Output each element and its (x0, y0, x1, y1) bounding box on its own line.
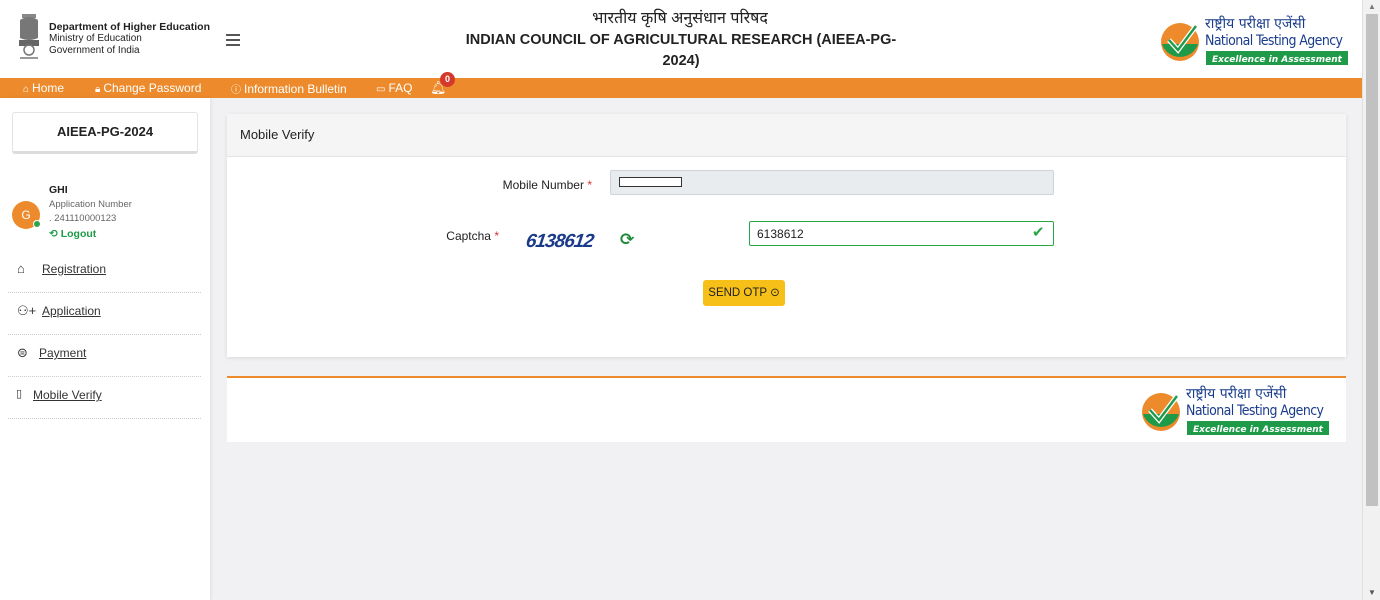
avatar: G (12, 201, 41, 229)
mobile-icon: ▯ (16, 388, 23, 400)
page-title-hindi: भारतीय कृषि अनुसंधान परिषद (592, 10, 768, 27)
nav-change-password[interactable]: 🔒︎ Change Password (95, 81, 201, 95)
chat-icon: ▭ (376, 84, 386, 95)
card-title: Mobile Verify (240, 127, 315, 142)
refresh-icon[interactable]: ⟳ (620, 230, 634, 250)
ministry-name: Ministry of Education (49, 33, 142, 44)
dept-name: Department of Higher Education (49, 21, 211, 33)
sidebar-item-registration[interactable]: ⌂ Registration (8, 251, 201, 293)
nav-home[interactable]: ⌂ Home (23, 81, 64, 95)
scroll-up-arrow-icon[interactable]: ▲ (1368, 2, 1376, 11)
logout-link[interactable]: ⟲ Logout (49, 228, 96, 240)
application-number: . 241110000123 (49, 213, 117, 224)
send-otp-button[interactable]: SEND OTP ⊙ (703, 280, 785, 306)
captcha-image: 6138612 (518, 221, 612, 261)
mobile-number-field (610, 170, 1054, 195)
national-emblem-icon (19, 14, 39, 59)
department-info: Department of Higher Education Ministry … (49, 21, 210, 57)
sidebar-item-mobile-verify[interactable]: ▯ Mobile Verify (8, 377, 201, 419)
nta-footer-logo: राष्ट्रीय परीक्षा एजेंसी National Testin… (1142, 385, 1329, 435)
lock-icon: 🔒︎ (95, 84, 101, 95)
logout-icon: ⟲ (49, 228, 58, 240)
site-header: Department of Higher Education Ministry … (0, 0, 1362, 78)
required-marker: * (494, 229, 499, 243)
nav-faq[interactable]: ▭ FAQ (376, 81, 412, 95)
masked-mobile-value (619, 177, 682, 187)
online-status-dot (33, 220, 41, 228)
check-icon: ✔ (1032, 224, 1045, 241)
info-icon: ⓘ (231, 85, 241, 96)
captcha-label: Captcha * (446, 229, 499, 243)
application-number-label: Application Number (49, 199, 132, 210)
mobile-number-label: Mobile Number * (502, 178, 592, 192)
user-plus-icon: ⚇+ (17, 303, 37, 318)
page-title: INDIAN COUNCIL OF AGRICULTURAL RESEARCH … (465, 32, 897, 69)
exam-name-card: AIEEA-PG-2024 (12, 112, 198, 154)
main-nav: ⌂ Home 🔒︎ Change Password ⓘ Information Bul… (0, 72, 1362, 98)
svg-text:Excellence in Assessment: Excellence in Assessment (1193, 425, 1324, 435)
page-footer: राष्ट्रीय परीक्षा एजेंसी National Testin… (227, 376, 1346, 442)
sidebar-item-payment[interactable]: ⊜ Payment (8, 335, 201, 377)
scrollbar-thumb[interactable] (1366, 14, 1378, 506)
svg-text:National Testing Agency: National Testing Agency (1186, 403, 1325, 419)
scroll-down-arrow-icon[interactable]: ▼ (1368, 588, 1376, 597)
hamburger-menu-icon[interactable] (226, 34, 240, 46)
svg-text:राष्ट्रीय परीक्षा एजेंसी: राष्ट्रीय परीक्षा एजेंसी (1205, 15, 1306, 32)
home-icon: ⌂ (23, 84, 30, 95)
svg-text:Excellence in Assessment: Excellence in Assessment (1212, 55, 1343, 65)
nav-information-bulletin[interactable]: ⓘ Information Bulletin (231, 81, 347, 96)
arrow-circle-icon: ⊙ (770, 287, 780, 299)
svg-text:National Testing Agency: National Testing Agency (1205, 33, 1344, 49)
card-header: Mobile Verify (227, 114, 1346, 157)
svg-text:राष्ट्रीय परीक्षा एजेंसी: राष्ट्रीय परीक्षा एजेंसी (1186, 385, 1287, 402)
payment-icon: ⊜ (17, 345, 28, 360)
sidebar: AIEEA-PG-2024 GHI G Application Number .… (0, 98, 210, 600)
mobile-verify-card: Mobile Verify Mobile Number * Captcha * … (227, 114, 1346, 357)
captcha-input[interactable] (749, 221, 1054, 246)
home-icon: ⌂ (17, 261, 25, 276)
required-marker: * (587, 178, 592, 192)
sidebar-item-application[interactable]: ⚇+ Application (8, 293, 201, 335)
vertical-scrollbar[interactable]: ▲ ▼ (1362, 0, 1380, 600)
government-name: Government of India (49, 45, 140, 56)
nta-logo: राष्ट्रीय परीक्षा एजेंसी National Testin… (1161, 15, 1348, 65)
user-name: GHI (49, 184, 68, 196)
notification-badge: 0 (440, 72, 455, 87)
